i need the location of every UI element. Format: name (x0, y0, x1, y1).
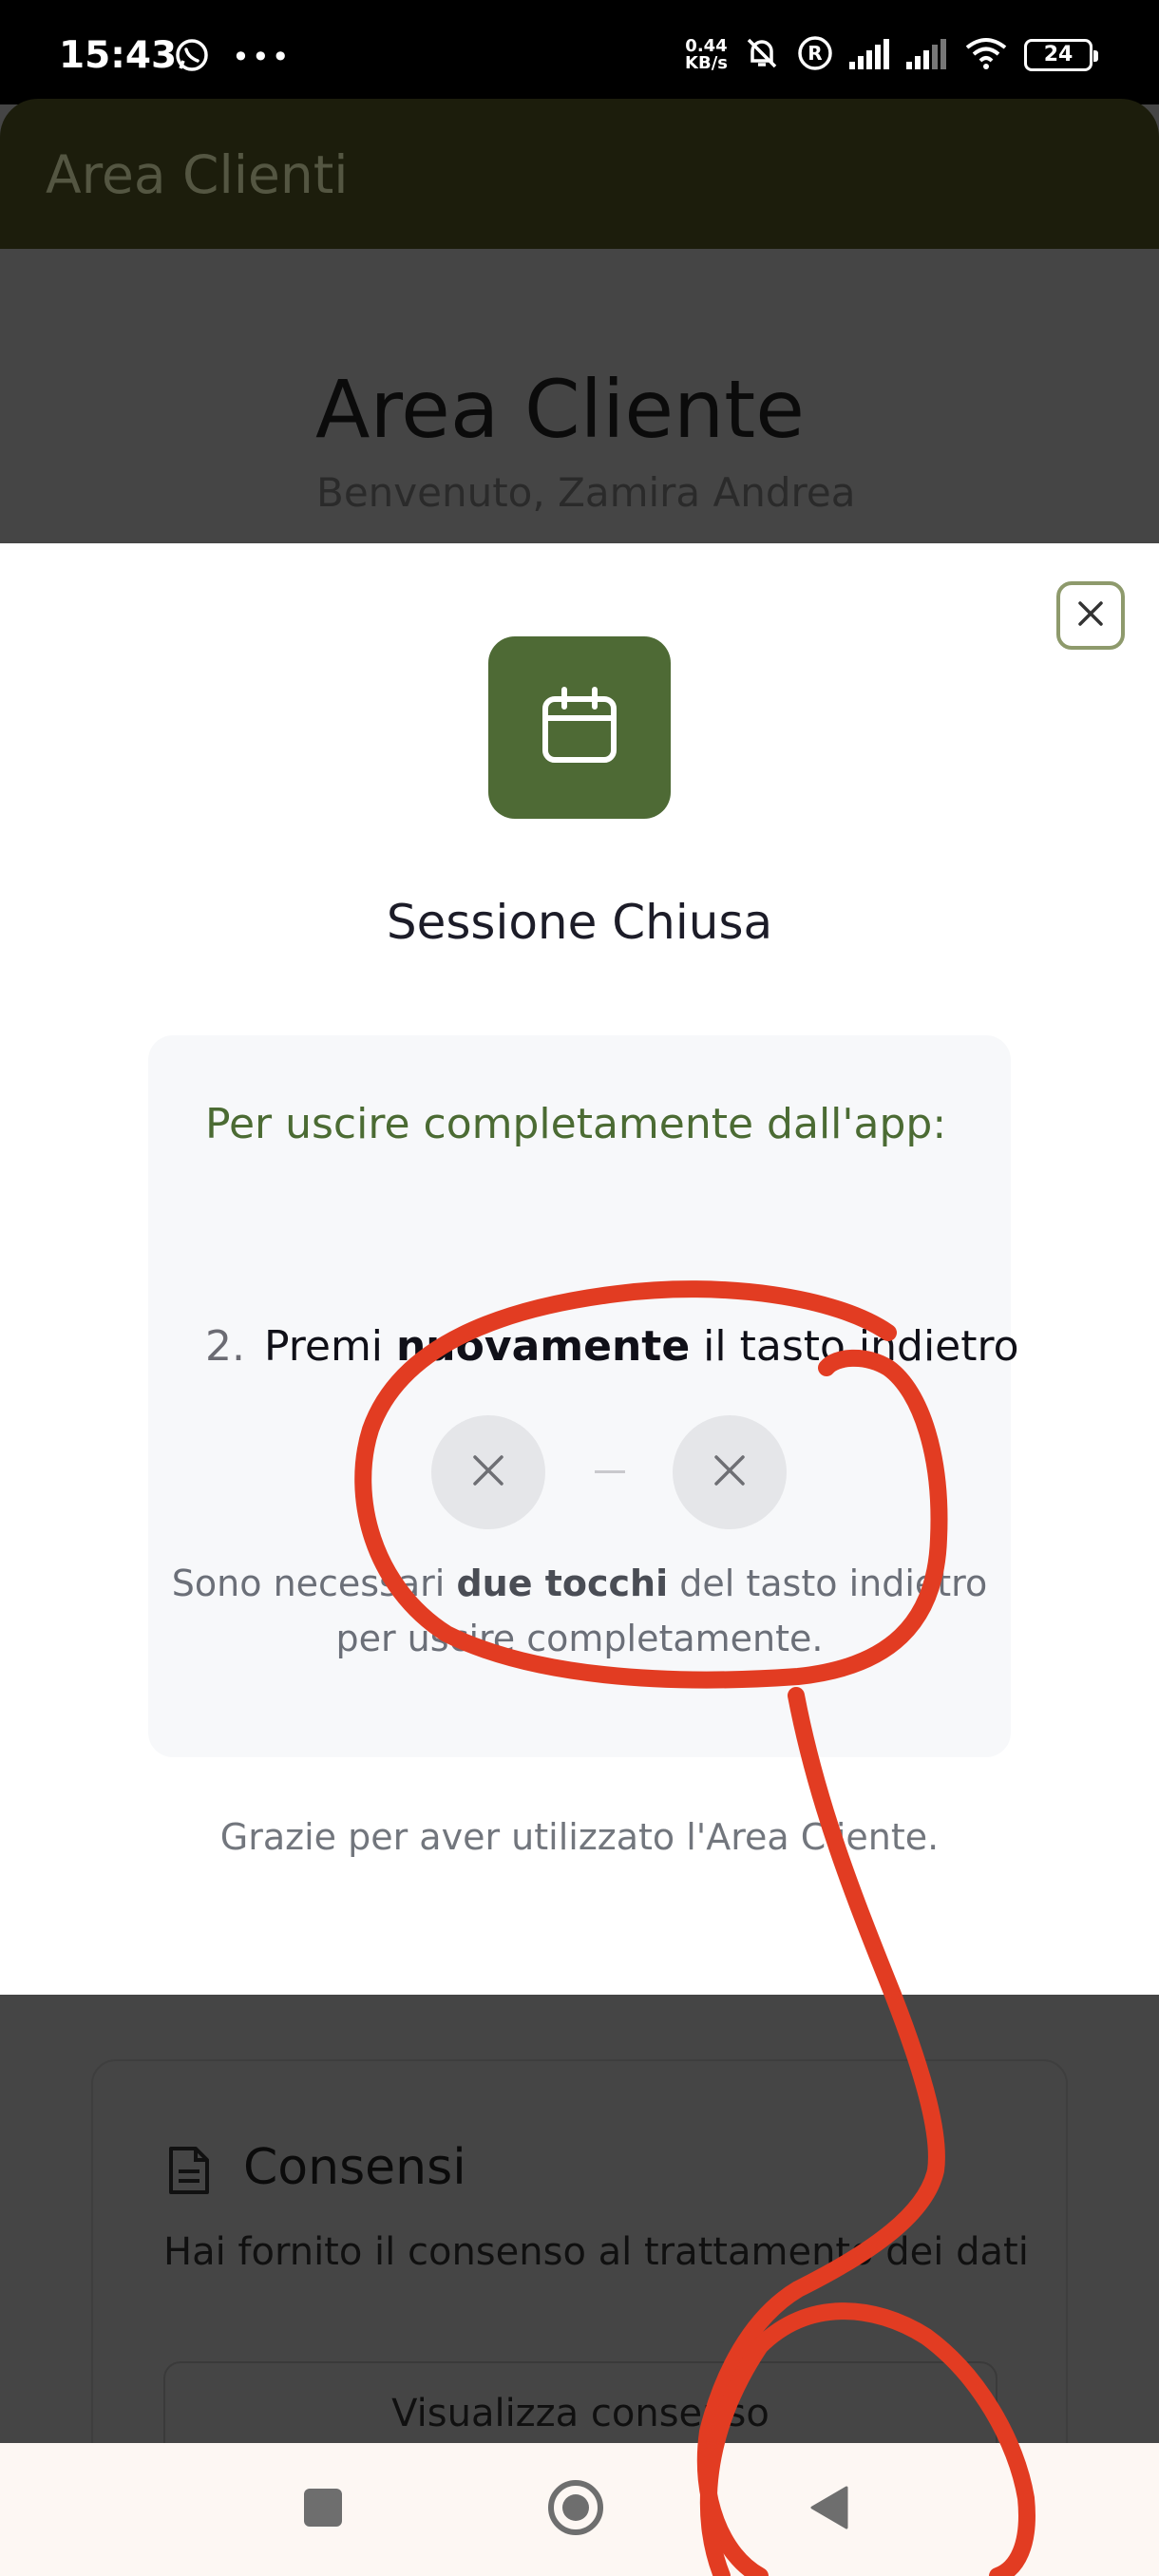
calendar-tile (488, 636, 671, 819)
sheet-title: Sessione Chiusa (386, 895, 773, 950)
signal-icon (906, 37, 948, 73)
status-time: 15:43 (59, 34, 178, 77)
tap-indicator (673, 1415, 787, 1529)
note-emphasis: due tocchi (456, 1563, 669, 1604)
recents-button[interactable] (294, 2481, 352, 2538)
close-icon (469, 1451, 507, 1493)
navigation-bar (0, 2443, 1159, 2576)
battery-icon: 24 (1024, 39, 1098, 71)
home-button[interactable] (547, 2479, 604, 2540)
bell-off-icon (743, 34, 781, 76)
thanks-text: Grazie per aver utilizzato l'Area Client… (219, 1816, 940, 1858)
exit-instructions-heading: Per uscire completamente dall'app: (205, 1100, 947, 1148)
background-welcome: Area Cliente Benvenuto, Zamira Andrea (0, 249, 1159, 543)
tap-separator (595, 1470, 625, 1473)
consents-card-title: Consensi (243, 2139, 466, 2196)
document-icon (167, 2145, 211, 2200)
registered-icon: R (796, 34, 834, 76)
signal-icon (849, 37, 891, 73)
close-button[interactable] (1056, 581, 1125, 650)
step-emphasis: nuovamente (396, 1322, 691, 1371)
back-button[interactable] (800, 2481, 857, 2538)
tap-indicator-row (148, 1415, 1011, 1529)
app-header-title: Area Clienti (46, 144, 349, 205)
consents-card-text: Hai fornito il consenso al trattamento d… (163, 2230, 1029, 2274)
status-bar: 15:43 ••• 0.44 KB/s R 24 (0, 0, 1159, 104)
back-triangle-icon (805, 2484, 852, 2535)
page-title: Area Cliente (315, 363, 805, 456)
wifi-icon (963, 36, 1009, 74)
exit-instructions-box: Per uscire completamente dall'app: 2. Pre… (148, 1035, 1019, 1757)
status-left-icons: ••• (173, 36, 292, 78)
more-dots-icon: ••• (232, 39, 292, 75)
circle-icon (547, 2479, 604, 2540)
exit-note: Sono necessari due tocchi del tasto indi… (171, 1563, 988, 1659)
status-right-icons: 0.44 KB/s R 24 (685, 34, 1098, 76)
calendar-icon (540, 686, 619, 769)
svg-text:R: R (808, 42, 822, 65)
exit-step: 2. Premi nuovamente il tasto indietro (205, 1322, 1019, 1371)
tap-indicator (431, 1415, 545, 1529)
close-icon (711, 1451, 749, 1493)
step-number: 2. (205, 1322, 245, 1371)
welcome-subtitle: Benvenuto, Zamira Andrea (316, 469, 856, 516)
session-closed-sheet: Sessione Chiusa Per uscire completamente… (0, 543, 1159, 1995)
square-icon (302, 2487, 344, 2532)
app-header: Area Clienti (0, 99, 1159, 249)
close-icon (1074, 597, 1107, 634)
net-speed: 0.44 KB/s (685, 36, 728, 73)
whatsapp-icon (173, 36, 211, 78)
